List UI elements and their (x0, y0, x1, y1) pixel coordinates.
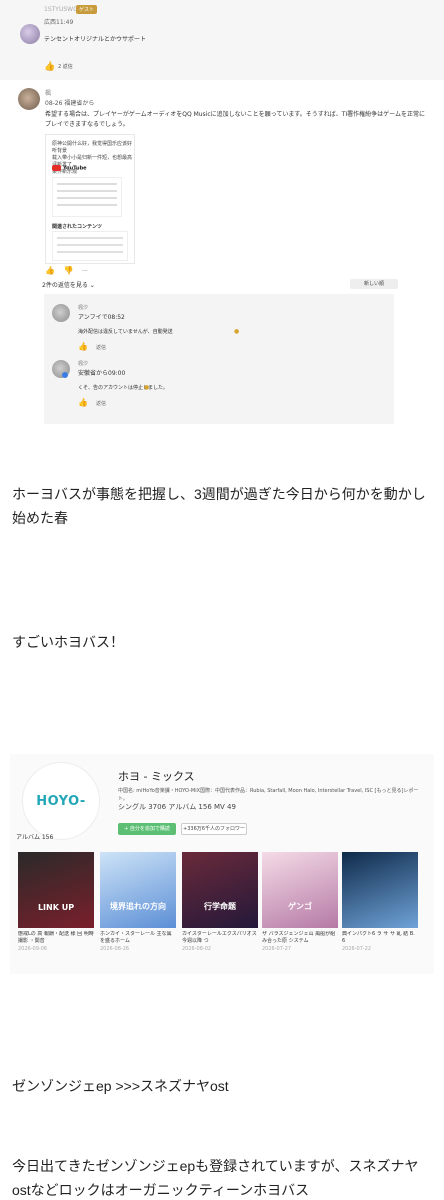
comment-card: 楓 08-26 福建省から 希望する場合は、プレイヤーがゲームオーディオをQQ … (0, 80, 444, 430)
album-date: 2026-08-02 (182, 946, 212, 952)
album-title[interactable]: 懲戒Lの 高 報酬・配送 様 回 明時 撮影 ・関音 (18, 931, 94, 945)
album-cover[interactable] (342, 852, 418, 928)
album-date: 2026-07-27 (262, 946, 292, 952)
album-card[interactable]: ゲンゴ ザ バラスジェンジェ山 風船が組み合った原 システム 2026-07-2… (262, 852, 338, 952)
artist-logo[interactable]: HOYO-MiX (22, 762, 100, 887)
album-cover[interactable]: LINK UP (18, 852, 94, 928)
comment-text: 希望する場合は、プレイヤーがゲームオーディオをQQ Musicに追加しないことを… (45, 111, 426, 128)
embedded-image[interactable]: 原神公開什么好，我觉得国乐应该好听背景 载入带小小是归新一件短，也想最高评新发了… (45, 134, 135, 264)
albums-heading: アルバム 156 (16, 834, 54, 841)
reply-actions: 👍 返信 (78, 342, 106, 351)
avatar[interactable] (18, 88, 40, 110)
thumbs-down-icon[interactable]: 👎 (64, 266, 74, 275)
related-content-box (52, 231, 128, 261)
user-badge: ゲスト (76, 5, 98, 14)
verified-icon (62, 372, 68, 378)
album-cover-text: 境界追れの方向 (110, 902, 166, 911)
reply-username[interactable]: 楓汐 (78, 360, 88, 367)
album-cover[interactable]: 境界追れの方向 (100, 852, 176, 928)
reply-location: アンフイで08:52 (78, 314, 125, 321)
album-cover[interactable]: 行学命题 (182, 852, 258, 928)
thumbs-up-icon[interactable]: 👍 (78, 342, 88, 351)
comment-actions: 👍 👎 ··· (45, 266, 88, 275)
thumbs-up-icon[interactable]: 👍 (44, 62, 55, 72)
album-date: 2026-07-22 (342, 946, 372, 952)
artist-stats: シングル 3706 アルバム 156 MV 49 (118, 803, 236, 811)
artist-card: HOYO-MiX ホヨ - ミックス 中国名: miHoYo音楽課・HOYO-M… (10, 754, 434, 974)
comment-date: 広西11:49 (44, 19, 74, 26)
album-card[interactable]: 行学命题 カイスターレールエクスパリオス 今週以降 つ 2026-08-02 (182, 852, 258, 952)
related-content-heading: 関連されたコンテンツ (52, 224, 103, 230)
reply-actions: 👍 返信 (78, 398, 106, 407)
thumbs-up-icon[interactable]: 👍 (45, 266, 55, 275)
post-paragraph: すごいホヨバス！ (12, 634, 124, 650)
emoji-icon: ● (234, 328, 240, 335)
chevron-down-icon: ⌄ (89, 282, 95, 289)
artist-description: 中国名: miHoYo音楽課・HOYO-MiX国際：中国代表作品：Rubia, … (118, 788, 419, 802)
album-title[interactable]: 典インパクト6 ラ サ サ 乱 結 B. 6 (342, 931, 418, 945)
album-card[interactable]: 典インパクト6 ラ サ サ 乱 結 B. 6 2026-07-22 (342, 852, 418, 952)
album-date: 2026-09-06 (18, 946, 48, 952)
album-date: 2026-08-26 (100, 946, 130, 952)
embed-content (52, 177, 122, 217)
album-title[interactable]: ホンカイ・スターレール 主な属を盛るホーム (100, 931, 176, 945)
replies-panel: 楓汐 アンフイで08:52 海外配信は違反していませんが、自動発送 ● 👍 返信 … (44, 294, 394, 424)
avatar[interactable] (20, 24, 40, 44)
album-title[interactable]: ザ バラスジェンジェ山 風船が組み合った原 システム (262, 931, 338, 945)
embed-line: 原神公開什么好，我觉得国乐应该好听背景 (52, 141, 133, 154)
album-cover[interactable]: ゲンゴ (262, 852, 338, 928)
sort-button[interactable]: 新しい順 (350, 279, 398, 289)
comment-date: 08-26 福建省から (45, 100, 95, 107)
reply-username[interactable]: 楓汐 (78, 304, 88, 311)
reply-item: 楓汐 アンフイで08:52 海外配信は違反していませんが、自動発送 ● 👍 返信 (52, 304, 382, 354)
album-card[interactable]: LINK UP 懲戒Lの 高 報酬・配送 様 回 明時 撮影 ・関音 2026-… (18, 852, 94, 952)
album-cover-text: 行学命题 (204, 902, 236, 911)
replies-count[interactable]: 2 返信 (58, 63, 73, 70)
followers-count[interactable]: +336万6千人のフォロワー (181, 823, 247, 835)
artist-name: ホヨ - ミックス (118, 770, 195, 783)
reply-text: 海外配信は違反していませんが、自動発送 (78, 329, 173, 335)
comment-card: 1STYUSWG ゲスト 広西11:49 テンセントオリジナルとかウサポート 👍… (0, 0, 444, 80)
emoji-icon: ● (144, 384, 150, 391)
more-icon[interactable]: ··· (82, 268, 88, 275)
follow-button[interactable]: + 自分を追加で購読 (118, 823, 176, 835)
comment-text: テンセントオリジナルとかウサポート (44, 36, 147, 43)
comment-username[interactable]: 1STYUSWG (44, 6, 78, 13)
post-paragraph: ホーヨバスが事態を把握し、3週間が過ぎた今日から何かを動かし始めた春 (12, 486, 426, 526)
post-paragraph: 今日出てきたゼンゾンジェepも登録されていますが、スネズナヤostなどロックはオ… (12, 1158, 419, 1198)
reply-button[interactable]: 返信 (96, 345, 106, 351)
view-replies-link[interactable]: 2件の返信を見る ⌄ (42, 280, 95, 289)
avatar[interactable] (52, 304, 70, 322)
reply-location: 安徽省から09:00 (78, 370, 126, 377)
album-card[interactable]: 境界追れの方向 ホンカイ・スターレール 主な属を盛るホーム 2026-08-26 (100, 852, 176, 952)
reply-item: 楓汐 安徽省から09:00 くそ、告のアカウントは停止しました。 ● 👍 返信 (52, 360, 382, 410)
reply-text: くそ、告のアカウントは停止しました。 (78, 385, 169, 391)
thumbs-up-icon[interactable]: 👍 (78, 398, 88, 407)
reply-button[interactable]: 返信 (96, 401, 106, 407)
album-cover-text: LINK UP (37, 903, 75, 912)
youtube-icon (52, 165, 61, 171)
youtube-logo: YouTube (52, 165, 87, 172)
album-cover-text: ゲンゴ (288, 902, 312, 911)
album-title[interactable]: カイスターレールエクスパリオス 今週以降 つ (182, 931, 258, 945)
youtube-label: YouTube (63, 165, 87, 172)
post-paragraph: ゼンゾンジェep >>>スネズナヤost (12, 1078, 229, 1094)
comment-username[interactable]: 楓 (45, 88, 51, 97)
